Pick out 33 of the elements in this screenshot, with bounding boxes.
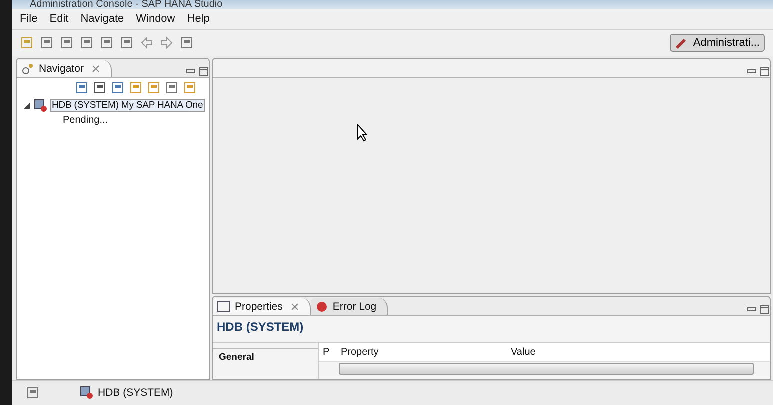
properties-icon (217, 300, 231, 314)
section-tab[interactable]: General (213, 348, 318, 366)
maximize-icon[interactable] (760, 305, 770, 315)
column-header[interactable]: Property (337, 346, 507, 358)
database-icon (80, 386, 94, 400)
menu-item[interactable]: Edit (50, 13, 69, 25)
forward-arrow-icon[interactable] (160, 36, 174, 50)
window-title: Administration Console - SAP HANA Studio (30, 0, 223, 10)
menu-item[interactable]: File (20, 13, 38, 25)
properties-heading: HDB (SYSTEM) (216, 319, 305, 336)
panel-tab[interactable]: Properties (213, 298, 311, 315)
expand-icon[interactable] (22, 100, 32, 110)
menu-item[interactable]: Help (187, 13, 210, 25)
menu-item[interactable]: Navigate (80, 13, 124, 25)
mouse-cursor-icon (357, 124, 369, 142)
navigator-tab[interactable]: Navigator (17, 60, 112, 77)
maximize-icon[interactable] (760, 67, 770, 77)
close-icon[interactable] (90, 64, 101, 74)
column-header[interactable]: P (319, 346, 337, 358)
tree-item[interactable]: HDB (SYSTEM) My SAP HANA One (50, 99, 206, 112)
close-icon[interactable] (290, 302, 300, 312)
back-arrow-icon[interactable] (140, 36, 154, 50)
database-icon (34, 98, 48, 112)
error-icon (314, 300, 329, 314)
panel-tab[interactable]: Error Log (310, 298, 388, 315)
status-text: HDB (SYSTEM) (98, 387, 174, 399)
horizontal-scrollbar[interactable] (339, 363, 754, 375)
tree-item[interactable]: Pending... (63, 115, 108, 126)
menu-item[interactable]: Window (136, 13, 176, 25)
maximize-icon[interactable] (199, 67, 209, 77)
column-header[interactable]: Value (507, 346, 770, 358)
perspective-button[interactable]: Administrati... (670, 34, 765, 52)
new-icon[interactable] (20, 36, 34, 50)
